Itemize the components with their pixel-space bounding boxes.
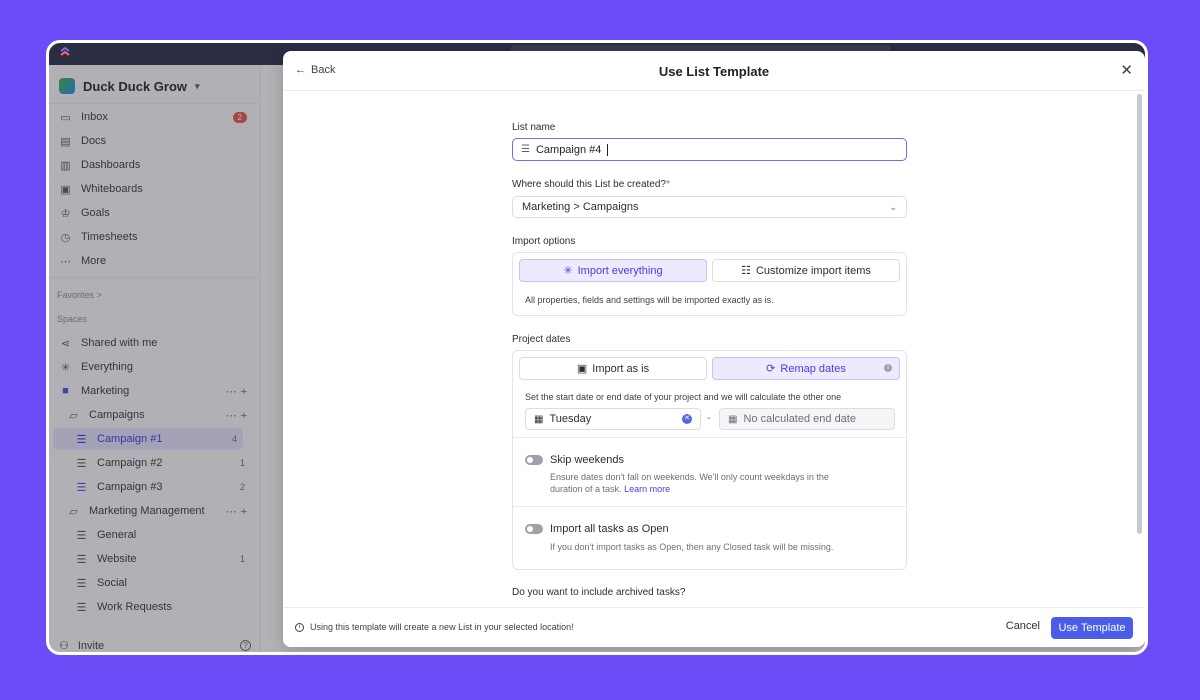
customize-label: Customize import items xyxy=(755,264,871,277)
import-everything-label: Import everything xyxy=(577,264,663,277)
skip-weekends-description: Ensure dates don't fall on weekends. We'… xyxy=(550,471,850,495)
divider xyxy=(513,506,906,507)
modal-footer: i Using this template will create a new … xyxy=(283,607,1145,647)
list-icon: ☰ xyxy=(521,144,530,155)
archived-tasks-label: Do you want to include archived tasks? xyxy=(512,587,686,598)
import-open-toggle[interactable] xyxy=(525,524,543,534)
import-as-is-button[interactable]: ▣ Import as is xyxy=(519,357,707,380)
modal-header: ← Back Use List Template ✕ xyxy=(283,51,1145,91)
info-icon[interactable]: i xyxy=(884,364,892,372)
list-name-label: List name xyxy=(512,122,556,133)
modal-title: Use List Template xyxy=(658,64,770,79)
app-logo-icon xyxy=(60,46,70,56)
info-icon: i xyxy=(295,622,304,632)
import-everything-button[interactable]: ✳ Import everything xyxy=(519,259,707,282)
chevron-down-icon: ⌄ xyxy=(889,201,897,212)
list-name-value: Campaign #4 xyxy=(535,143,602,156)
close-icon[interactable]: ✕ xyxy=(1120,61,1133,79)
modal-body: List name ☰ Campaign #4 Where should thi… xyxy=(283,92,1145,598)
customize-import-button[interactable]: ☷ Customize import items xyxy=(712,259,900,282)
skip-weekends-toggle[interactable] xyxy=(525,455,543,465)
calendar-icon: ▦ xyxy=(728,413,738,425)
text-cursor xyxy=(607,143,609,156)
import-open-description: If you don't import tasks as Open, then … xyxy=(550,542,834,552)
calendar-check-icon: ▣ xyxy=(576,363,588,375)
scrollbar[interactable] xyxy=(1137,94,1142,534)
import-options-label: Import options xyxy=(512,236,576,247)
import-options-card: ✳ Import everything ☷ Customize import i… xyxy=(512,252,907,316)
sliders-icon: ☷ xyxy=(741,265,751,277)
footer-note-text: Using this template will create a new Li… xyxy=(310,622,574,632)
location-label-text: Where should this List be created? xyxy=(512,179,666,190)
project-dates-card: ▣ Import as is ⟳ Remap dates i Set the s… xyxy=(512,350,907,570)
learn-more-link[interactable]: Learn more xyxy=(624,484,670,494)
refresh-icon: ⟳ xyxy=(766,363,776,375)
use-list-template-modal: ← Back Use List Template ✕ List name ☰ C… xyxy=(283,51,1145,647)
asterisk-icon: ✳ xyxy=(563,265,573,277)
end-date-placeholder: No calculated end date xyxy=(743,413,856,425)
required-marker: * xyxy=(665,179,670,190)
remap-note: Set the start date or end date of your p… xyxy=(525,392,842,402)
app-window: Duck Duck Grow ▾ ▭ Inbox 2 ▤ Docs ▥ Dash… xyxy=(46,40,1148,655)
divider xyxy=(513,437,906,438)
skip-weekends-title: Skip weekends xyxy=(550,454,624,466)
date-separator: - xyxy=(707,412,711,424)
skip-weekends-desc-text: Ensure dates don't fall on weekends. We'… xyxy=(550,472,829,494)
use-template-button[interactable]: Use Template xyxy=(1051,617,1133,639)
import-open-title: Import all tasks as Open xyxy=(550,523,669,535)
location-value: Marketing > Campaigns xyxy=(522,201,639,213)
end-date-input: ▦ No calculated end date xyxy=(719,408,895,430)
remap-dates-button[interactable]: ⟳ Remap dates i xyxy=(712,357,900,380)
start-date-value: Tuesday xyxy=(549,413,592,425)
project-dates-label: Project dates xyxy=(512,334,571,345)
import-as-is-label: Import as is xyxy=(592,362,650,375)
footer-note: i Using this template will create a new … xyxy=(295,622,574,632)
location-select[interactable]: Marketing > Campaigns ⌄ xyxy=(512,196,907,218)
cancel-button[interactable]: Cancel xyxy=(1006,620,1040,632)
start-date-input[interactable]: ▦ Tuesday ✕ xyxy=(525,408,701,430)
remap-dates-label: Remap dates xyxy=(780,362,846,375)
calendar-icon: ▦ xyxy=(534,413,544,425)
clear-date-icon[interactable]: ✕ xyxy=(682,414,692,424)
location-label: Where should this List be created?* xyxy=(512,179,670,190)
import-note: All properties, fields and settings will… xyxy=(525,295,774,305)
list-name-input[interactable]: ☰ Campaign #4 xyxy=(512,138,907,161)
